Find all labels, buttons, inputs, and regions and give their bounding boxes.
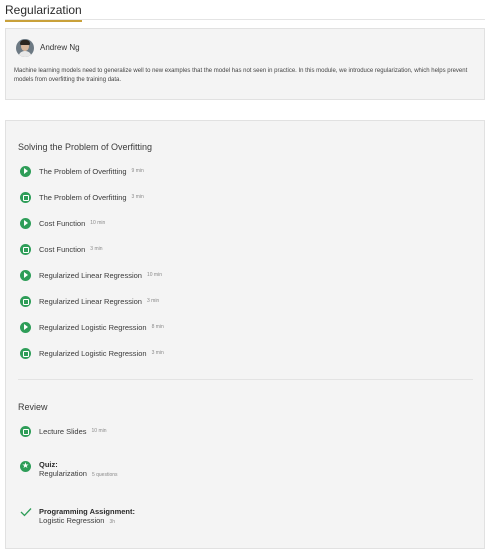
section-divider xyxy=(18,379,473,380)
lesson-label: Regularized Logistic Regression xyxy=(39,322,147,332)
module-content-panel: Solving the Problem of Overfitting The P… xyxy=(5,120,485,549)
lesson-duration: 10 min xyxy=(91,428,107,434)
reading-icon xyxy=(20,295,31,307)
lesson-item[interactable]: Lecture Slides 10 min xyxy=(20,425,107,437)
lesson-item[interactable]: The Problem of Overfitting 9 min xyxy=(20,165,144,177)
lesson-duration: 3 min xyxy=(146,298,160,304)
assignment-duration: 3h xyxy=(109,519,116,525)
lesson-duration: 3 min xyxy=(131,194,144,200)
lesson-item[interactable]: Regularized Linear Regression 10 min xyxy=(20,269,162,281)
play-icon xyxy=(20,217,31,229)
lesson-duration: 3 min xyxy=(151,350,164,356)
section-title: Review xyxy=(18,402,48,412)
instructor-panel: Andrew Ng Machine learning models need t… xyxy=(5,28,485,100)
quiz-item[interactable]: Quiz: Regularization 5 questions xyxy=(20,460,220,482)
reading-icon xyxy=(20,425,31,437)
star-icon xyxy=(20,460,31,472)
checkmark-icon xyxy=(20,508,32,517)
instructor-name[interactable]: Andrew Ng xyxy=(40,43,80,52)
module-header: Regularization xyxy=(5,0,485,22)
section-title: Solving the Problem of Overfitting xyxy=(18,142,153,152)
module-description: Machine learning models need to generali… xyxy=(14,68,468,83)
lesson-label: The Problem of Overfitting xyxy=(39,192,127,202)
lesson-item[interactable]: Cost Function 10 min xyxy=(20,217,105,229)
reading-icon xyxy=(20,243,31,255)
play-icon xyxy=(20,165,31,177)
lesson-label: Regularized Linear Regression xyxy=(39,296,142,306)
lesson-duration: 9 min xyxy=(131,168,144,174)
instructor-avatar[interactable] xyxy=(16,39,34,57)
assignment-heading: Programming Assignment: xyxy=(39,507,135,516)
assignment-details: Logistic Regression 3h xyxy=(39,516,115,525)
lesson-item[interactable]: Regularized Logistic Regression 8 min xyxy=(20,321,164,333)
quiz-label: Regularization xyxy=(39,469,87,478)
quiz-question-count: 5 questions xyxy=(91,472,118,478)
lesson-label: The Problem of Overfitting xyxy=(39,166,127,176)
play-icon xyxy=(20,269,31,281)
lesson-item[interactable]: The Problem of Overfitting 3 min xyxy=(20,191,144,203)
quiz-details: Regularization 5 questions xyxy=(39,469,118,478)
lesson-label: Cost Function xyxy=(39,244,86,254)
lesson-duration: 8 min xyxy=(151,324,164,330)
programming-assignment-item[interactable]: Programming Assignment: Logistic Regress… xyxy=(20,507,220,529)
lesson-label: Regularized Linear Regression xyxy=(39,270,142,280)
lesson-duration: 10 min xyxy=(146,272,162,278)
lesson-item[interactable]: Regularized Logistic Regression 3 min xyxy=(20,347,164,359)
reading-icon xyxy=(20,347,31,359)
lesson-duration: 10 min xyxy=(90,220,106,226)
assignment-label: Logistic Regression xyxy=(39,516,105,525)
reading-icon xyxy=(20,191,31,203)
lesson-label: Regularized Logistic Regression xyxy=(39,348,147,358)
lesson-label: Cost Function xyxy=(39,218,86,228)
module-title: Regularization xyxy=(5,3,82,22)
play-icon xyxy=(20,321,31,333)
lesson-item[interactable]: Regularized Linear Regression 3 min xyxy=(20,295,159,307)
lesson-duration: 3 min xyxy=(90,246,103,252)
lesson-label: Lecture Slides xyxy=(39,426,87,436)
quiz-heading: Quiz: xyxy=(39,460,58,469)
lesson-item[interactable]: Cost Function 3 min xyxy=(20,243,103,255)
